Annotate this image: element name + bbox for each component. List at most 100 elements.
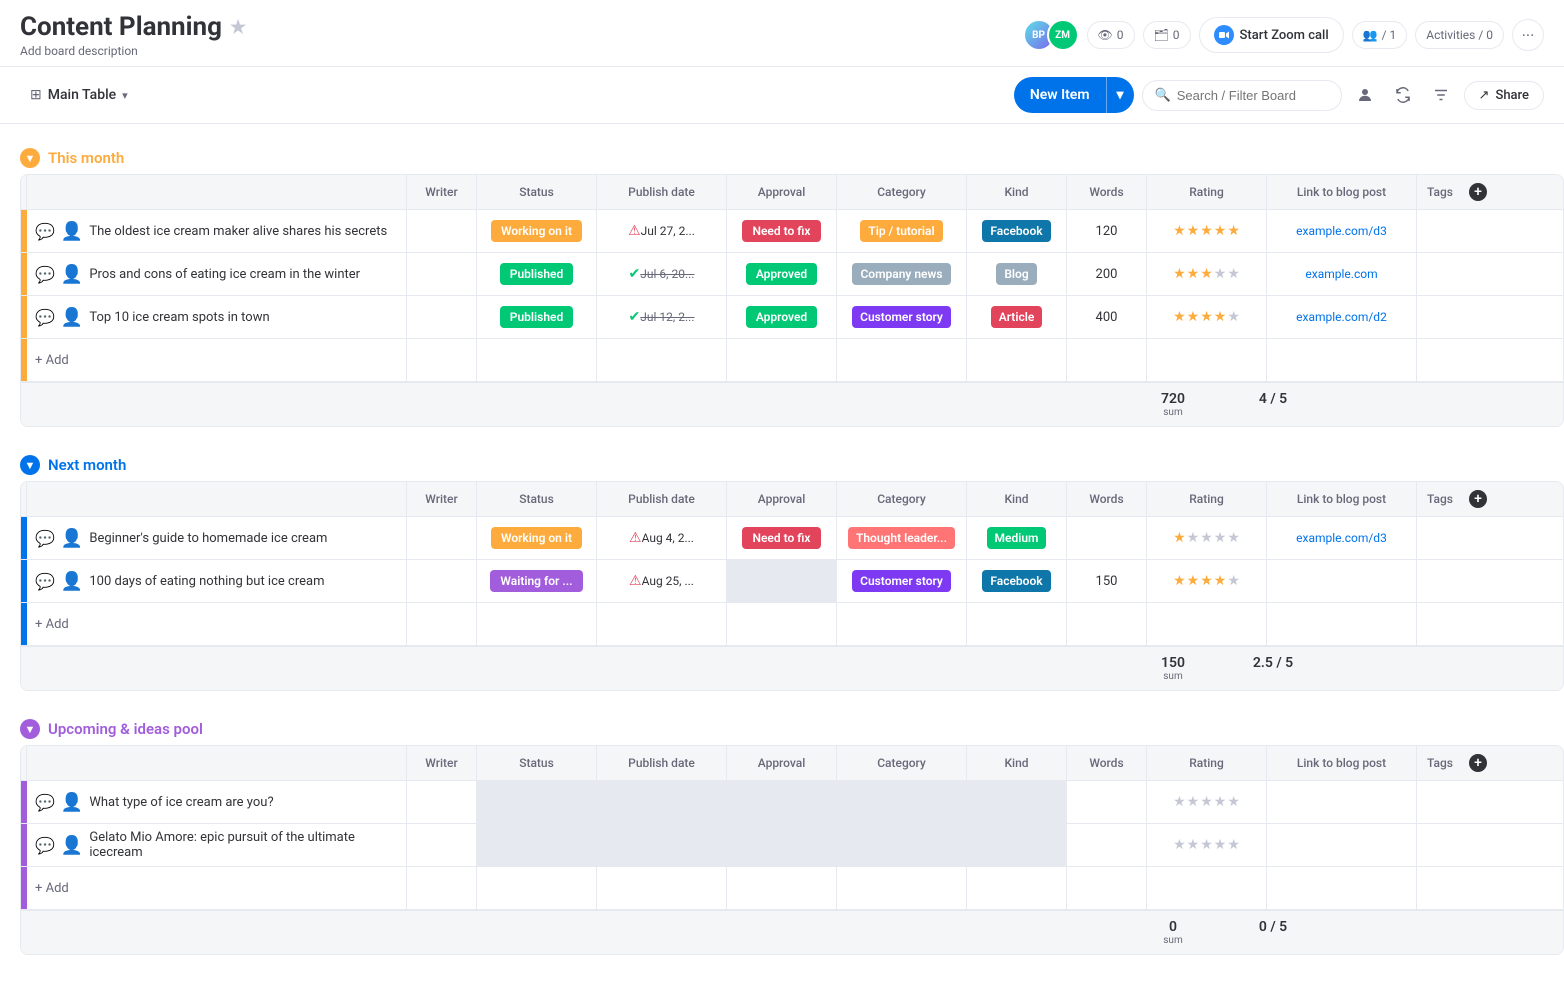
main-table-btn[interactable]: ⊞ Main Table ▾ (20, 81, 138, 109)
kind-cell[interactable]: Medium (967, 517, 1067, 559)
category-cell[interactable]: Thought leader... (837, 517, 967, 559)
members-btn[interactable]: 👥 / 1 (1352, 21, 1408, 49)
group-next-month-title[interactable]: Next month (48, 456, 126, 474)
category-cell[interactable]: Tip / tutorial (837, 210, 967, 252)
new-item-btn[interactable]: New Item ▾ (1014, 77, 1134, 113)
comment-icon[interactable]: 💬 (35, 222, 55, 241)
link-cell[interactable]: example.com/d2 (1267, 296, 1417, 338)
comment-icon[interactable]: 💬 (35, 572, 55, 591)
item-title: Top 10 ice cream spots in town (89, 310, 269, 325)
group-this-month-title[interactable]: This month (48, 149, 124, 167)
group-upcoming-table: Writer Status Publish date Approval Cate… (20, 745, 1564, 955)
empty (1417, 867, 1497, 909)
kind-cell (967, 824, 1067, 866)
writer-cell (407, 824, 477, 866)
kind-badge: Medium (987, 527, 1047, 549)
approval-cell[interactable]: Approved (727, 296, 837, 338)
item-title: The oldest ice cream maker alive shares … (89, 224, 387, 239)
col-header-link: Link to blog post (1267, 175, 1417, 209)
item-title: Pros and cons of eating ice cream in the… (89, 267, 360, 282)
refresh-btn[interactable] (1388, 80, 1418, 110)
words-cell (1067, 824, 1147, 866)
category-badge: Customer story (852, 570, 951, 592)
date-cell: ⚠ Aug 25, ... (597, 560, 727, 602)
summary-row-next-month: 150 sum 2.5 / 5 (21, 646, 1563, 690)
status-cell[interactable]: Working on it (477, 210, 597, 252)
approval-cell[interactable]: Approved (727, 253, 837, 295)
new-item-chevron[interactable]: ▾ (1107, 79, 1134, 111)
summary-row-this-month: 720 sum 4 / 5 (21, 382, 1563, 426)
blog-link[interactable]: example.com/d3 (1296, 224, 1387, 238)
star-icon[interactable]: ★ (230, 17, 246, 38)
approval-cell[interactable]: Need to fix (727, 210, 837, 252)
group-upcoming-title[interactable]: Upcoming & ideas pool (48, 720, 203, 738)
date-cell: ✔ Jul 12, 2... (597, 296, 727, 338)
status-cell[interactable]: Waiting for ... (477, 560, 597, 602)
col-header-rating: Rating (1147, 746, 1267, 780)
comment-icon[interactable]: 💬 (35, 529, 55, 548)
blog-link[interactable]: example.com (1305, 267, 1377, 281)
person-filter-btn[interactable] (1350, 80, 1380, 110)
add-row-label[interactable]: + Add (27, 603, 407, 645)
check-icon: ✔ (629, 309, 641, 325)
add-row-label[interactable]: + Add (27, 867, 407, 909)
approval-badge: Approved (746, 306, 817, 328)
tags-cell (1417, 296, 1497, 338)
comment-icon[interactable]: 💬 (35, 836, 55, 855)
summary-row-upcoming: 0 sum 0 / 5 (21, 910, 1563, 954)
kind-cell[interactable]: Article (967, 296, 1067, 338)
summary-words: 150 sum (1133, 647, 1213, 690)
category-cell[interactable]: Customer story (837, 296, 967, 338)
activities-btn[interactable]: Activities / 0 (1415, 21, 1504, 49)
share-btn[interactable]: ↗ Share (1464, 81, 1544, 110)
add-col-btn[interactable]: + (1469, 490, 1487, 508)
zoom-label: Start Zoom call (1240, 28, 1329, 43)
date-value: Aug 25, ... (642, 574, 694, 588)
col-header-category: Category (837, 482, 967, 516)
category-cell[interactable]: Customer story (837, 560, 967, 602)
zoom-btn[interactable]: Start Zoom call (1199, 17, 1344, 53)
comment-icon[interactable]: 💬 (35, 308, 55, 327)
add-row[interactable]: + Add (21, 603, 1563, 646)
category-cell[interactable]: Company news (837, 253, 967, 295)
kind-cell[interactable]: Facebook (967, 210, 1067, 252)
status-cell[interactable]: Published (477, 296, 597, 338)
empty (1067, 603, 1147, 645)
link-cell[interactable]: example.com (1267, 253, 1417, 295)
link-cell[interactable]: example.com/d3 (1267, 210, 1417, 252)
add-row[interactable]: + Add (21, 339, 1563, 382)
group-upcoming: ▼ Upcoming & ideas pool Writer Status Pu… (20, 711, 1564, 955)
updates-btn[interactable]: 🗂 0 (1143, 21, 1191, 49)
kind-cell[interactable]: Blog (967, 253, 1067, 295)
col-header-approval: Approval (727, 175, 837, 209)
reactions-btn[interactable]: 👁 0 (1087, 21, 1135, 49)
comment-icon[interactable]: 💬 (35, 265, 55, 284)
group-upcoming-collapse[interactable]: ▼ (20, 719, 40, 739)
group-next-month-collapse[interactable]: ▼ (20, 455, 40, 475)
main-table-label: Main Table (48, 87, 116, 103)
status-cell[interactable]: Published (477, 253, 597, 295)
add-col-btn[interactable]: + (1469, 183, 1487, 201)
filter-btn[interactable] (1426, 80, 1456, 110)
kind-cell[interactable]: Facebook (967, 560, 1067, 602)
comment-icon[interactable]: 💬 (35, 793, 55, 812)
more-icon: ··· (1522, 26, 1535, 45)
group-this-month-collapse[interactable]: ▼ (20, 148, 40, 168)
approval-cell[interactable]: Need to fix (727, 517, 837, 559)
more-options-btn[interactable]: ··· (1512, 19, 1544, 51)
blog-link[interactable]: example.com/d2 (1296, 310, 1387, 324)
summary-words: 0 sum (1133, 911, 1213, 954)
search-box[interactable]: 🔍 (1142, 80, 1342, 111)
add-row[interactable]: + Add (21, 867, 1563, 910)
status-cell[interactable]: Working on it (477, 517, 597, 559)
item-name: 💬 👤 Top 10 ice cream spots in town (27, 296, 407, 338)
top-bar-right: BP ZM 👁 0 🗂 0 Start Zoom call 👥 / 1 Acti… (1023, 17, 1544, 53)
person-icon: 👤 (61, 264, 83, 285)
add-row-label[interactable]: + Add (27, 339, 407, 381)
board-title: Content Planning (20, 12, 222, 42)
link-cell[interactable]: example.com/d3 (1267, 517, 1417, 559)
add-col-btn[interactable]: + (1469, 754, 1487, 772)
blog-link[interactable]: example.com/d3 (1296, 531, 1387, 545)
search-input[interactable] (1177, 88, 1329, 103)
avatar-user2[interactable]: ZM (1047, 19, 1079, 51)
